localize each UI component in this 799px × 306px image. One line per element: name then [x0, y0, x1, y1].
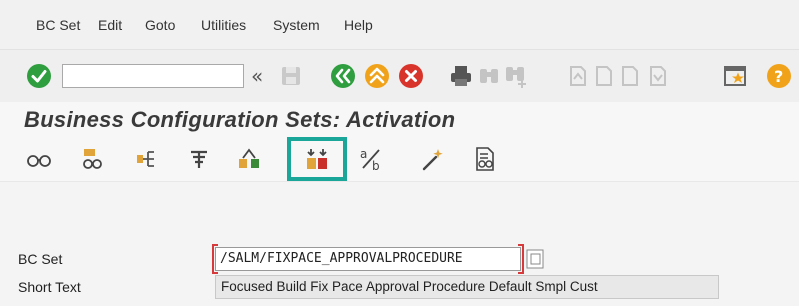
short-text-field: Focused Build Fix Pace Approval Procedur… [215, 275, 719, 299]
svg-text:a: a [360, 147, 367, 161]
form-area: BC Set /SALM/FIXPACE_APPROVALPROCEDURE S… [0, 182, 799, 306]
previous-page-icon[interactable] [590, 63, 616, 89]
cancel-icon[interactable] [398, 63, 424, 89]
svg-text:«: « [251, 64, 263, 88]
compare-icon[interactable] [236, 146, 262, 172]
display-icon[interactable] [26, 146, 52, 172]
print-icon[interactable] [448, 63, 474, 89]
enter-icon[interactable] [26, 63, 52, 89]
short-text-label: Short Text [18, 279, 81, 295]
sap-window: BC Set Edit Goto Utilities System Help « [0, 0, 799, 306]
value-help-icon[interactable] [526, 249, 544, 269]
command-field[interactable] [62, 64, 244, 88]
menu-bc-set[interactable]: BC Set [36, 17, 80, 33]
menu-edit[interactable]: Edit [98, 17, 122, 33]
svg-text:?: ? [774, 67, 783, 86]
back-icon[interactable] [330, 63, 356, 89]
bc-set-label: BC Set [18, 251, 63, 267]
back-arrows-icon[interactable]: « [248, 63, 274, 89]
next-page-icon[interactable] [616, 63, 642, 89]
title-bar: Business Configuration Sets: Activation [0, 102, 799, 138]
exit-icon[interactable] [364, 63, 390, 89]
find-next-icon[interactable] [502, 63, 528, 89]
hierarchy-icon[interactable] [80, 146, 106, 172]
save-icon[interactable] [278, 63, 304, 89]
documentation-icon[interactable] [472, 146, 498, 172]
transport-icon[interactable] [186, 146, 212, 172]
application-toolbar: a b [0, 137, 799, 182]
last-page-icon[interactable] [644, 63, 670, 89]
help-icon[interactable]: ? [766, 63, 792, 89]
standard-toolbar: « ? [0, 50, 799, 102]
percent-icon[interactable]: a b [358, 146, 384, 172]
wizard-icon[interactable] [420, 146, 446, 172]
menu-goto[interactable]: Goto [145, 17, 175, 33]
menu-utilities[interactable]: Utilities [201, 17, 246, 33]
svg-text:b: b [372, 159, 380, 172]
first-page-icon[interactable] [564, 63, 590, 89]
new-session-icon[interactable] [722, 63, 748, 89]
activate-icon[interactable] [304, 146, 330, 172]
page-title: Business Configuration Sets: Activation [24, 107, 456, 132]
find-icon[interactable] [476, 63, 502, 89]
menu-help[interactable]: Help [344, 17, 373, 33]
tree-icon[interactable] [134, 146, 160, 172]
menu-bar: BC Set Edit Goto Utilities System Help [0, 0, 799, 50]
required-marker-right [518, 244, 524, 274]
menu-system[interactable]: System [273, 17, 320, 33]
bc-set-input[interactable]: /SALM/FIXPACE_APPROVALPROCEDURE [215, 247, 521, 271]
